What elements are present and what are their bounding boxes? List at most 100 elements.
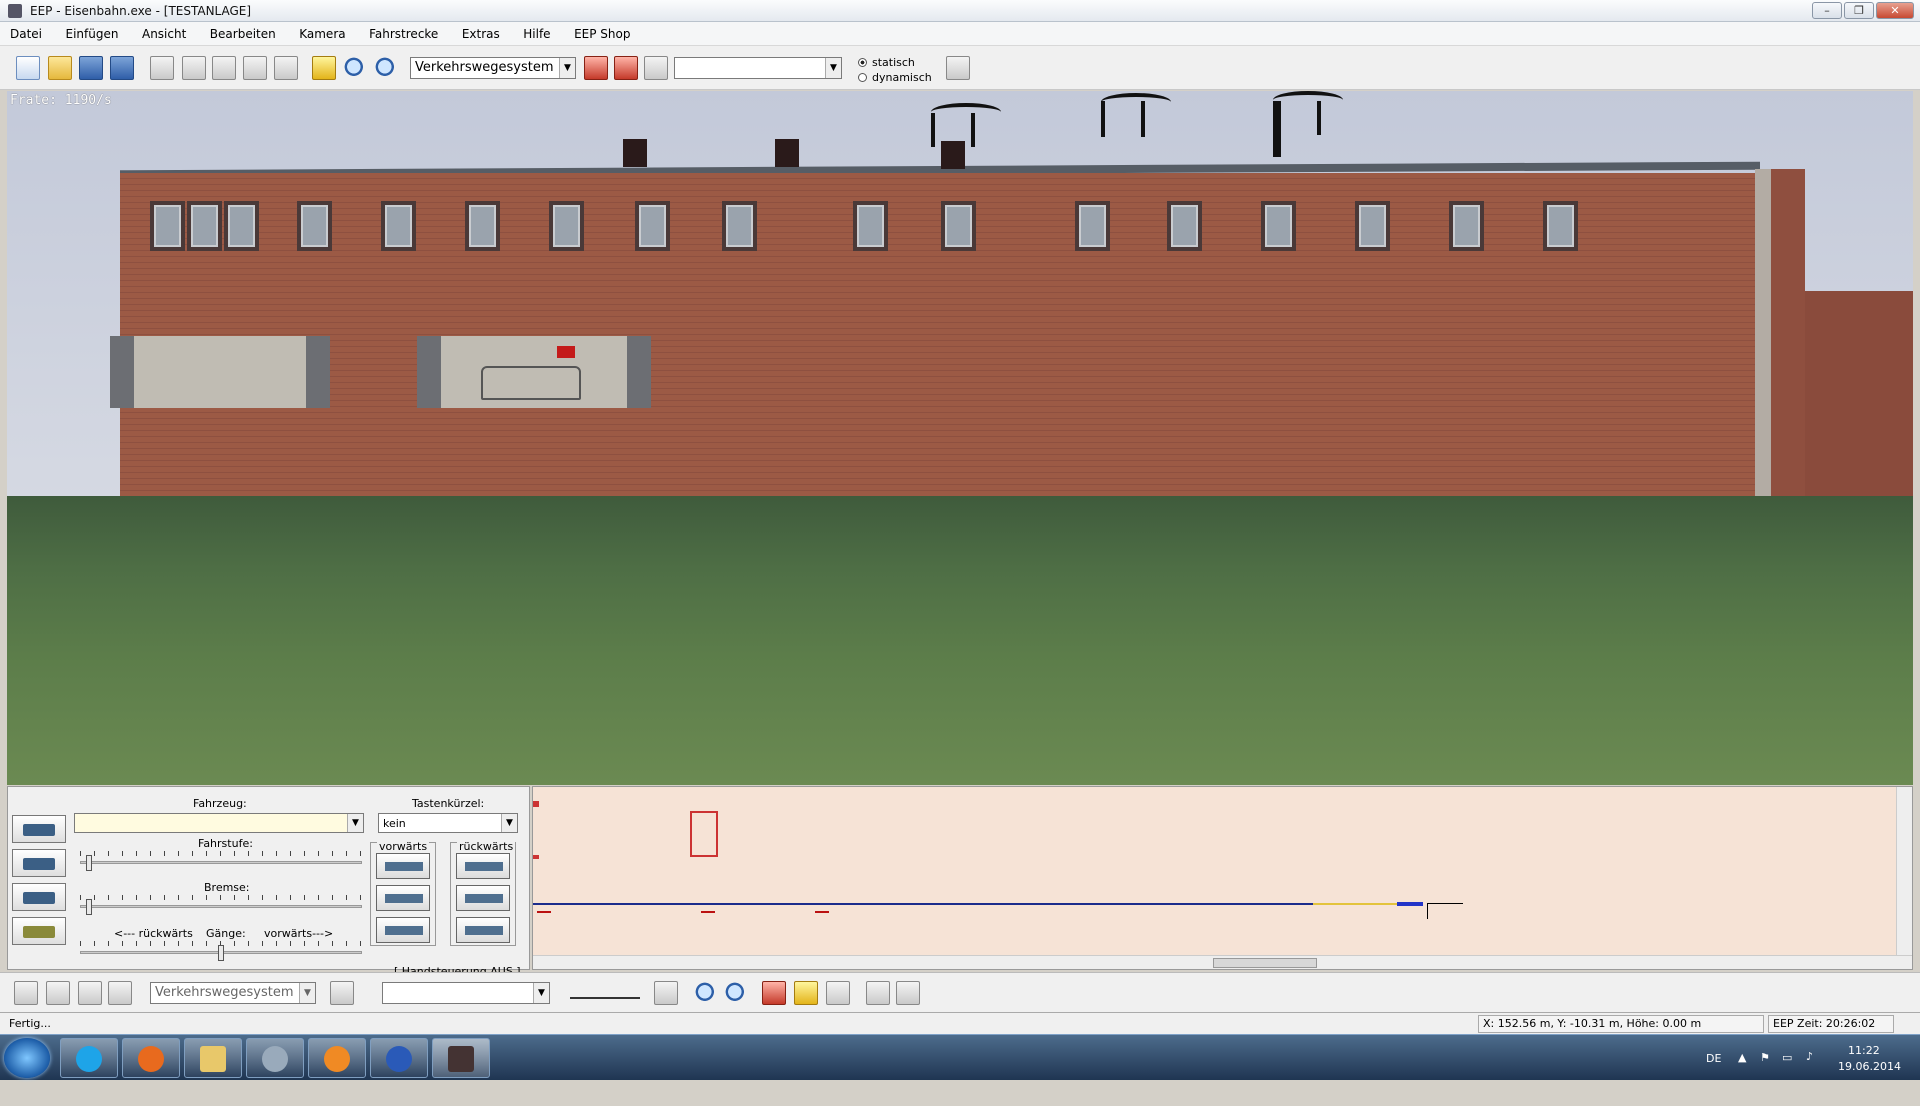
horn-forward-button[interactable] <box>376 917 430 943</box>
cube-icon[interactable] <box>826 981 850 1005</box>
menu-extras[interactable]: Extras <box>452 22 510 46</box>
vehicle-model-button[interactable] <box>12 917 66 945</box>
clock-date[interactable]: 19.06.2014 <box>1838 1060 1901 1106</box>
network-icon[interactable] <box>246 1038 304 1078</box>
menu-einfuegen[interactable]: Einfügen <box>56 22 129 46</box>
menu-ansicht[interactable]: Ansicht <box>132 22 196 46</box>
radio-dynamic[interactable]: dynamisch <box>858 71 932 84</box>
eep-icon[interactable] <box>432 1038 490 1078</box>
signal-icon[interactable] <box>537 905 551 913</box>
vehicle-select[interactable]: ▼ <box>74 813 364 833</box>
menu-bearbeiten[interactable]: Bearbeiten <box>200 22 286 46</box>
copy-icon[interactable] <box>150 56 174 80</box>
brake-slider-thumb[interactable] <box>85 899 92 915</box>
3d-viewport[interactable]: Frate: 1190/s <box>7 91 1913 785</box>
couple-backward-button[interactable] <box>456 853 510 879</box>
vehicle-insert-button[interactable] <box>12 815 66 843</box>
menu-datei[interactable]: Datei <box>0 22 52 46</box>
save-all-icon[interactable] <box>110 56 134 80</box>
chevron-down-icon[interactable]: ▼ <box>559 58 575 78</box>
gear-slider-thumb[interactable] <box>218 945 224 961</box>
zoom-in-icon[interactable] <box>694 981 718 1005</box>
train-icon[interactable] <box>762 981 786 1005</box>
globe-icon[interactable] <box>370 1038 428 1078</box>
eep-time-readout: EEP Zeit: 20:26:02 <box>1768 1015 1894 1033</box>
menu-hilfe[interactable]: Hilfe <box>513 22 560 46</box>
zoom-out-icon[interactable] <box>724 981 748 1005</box>
track-plan-panel[interactable] <box>532 786 1913 970</box>
camera-icon[interactable] <box>644 56 668 80</box>
gear-slider[interactable] <box>80 939 362 961</box>
radio-static[interactable]: statisch <box>858 56 915 69</box>
signal-icon[interactable] <box>614 56 638 80</box>
system-select[interactable]: Verkehrswegesystem ▼ <box>410 57 576 79</box>
track-line-selected[interactable] <box>1313 903 1397 905</box>
windows-start-icon[interactable] <box>4 1038 50 1078</box>
speed-slider[interactable] <box>80 849 362 871</box>
object-select[interactable]: ▼ <box>674 57 842 79</box>
track-line-end[interactable] <box>1397 902 1423 906</box>
map-view-icon[interactable] <box>312 56 336 80</box>
undo-arrow-icon[interactable] <box>274 56 298 80</box>
chevron-down-icon[interactable]: ▼ <box>501 814 517 832</box>
tray-arrow-icon[interactable]: ▲ <box>1738 1051 1746 1097</box>
signal-icon[interactable] <box>701 905 715 913</box>
menu-eep-shop[interactable]: EEP Shop <box>564 22 640 46</box>
chimney <box>941 141 965 169</box>
camera-lock-icon[interactable] <box>654 981 678 1005</box>
skype-icon[interactable] <box>60 1038 118 1078</box>
close-button[interactable]: ✕ <box>1876 2 1914 19</box>
track-plan-hscroll[interactable] <box>533 955 1912 969</box>
paste-icon[interactable] <box>182 56 206 80</box>
brake-slider[interactable] <box>80 893 362 915</box>
uncouple-backward-button[interactable] <box>456 885 510 911</box>
rotate-left-icon[interactable] <box>866 981 890 1005</box>
select-rect-icon[interactable] <box>212 56 236 80</box>
menu-kamera[interactable]: Kamera <box>289 22 355 46</box>
couple-forward-button[interactable] <box>376 853 430 879</box>
bottom-object-select[interactable]: ▼ <box>382 982 550 1004</box>
vehicle-list-button[interactable] <box>12 849 66 877</box>
measure-icon[interactable] <box>330 981 354 1005</box>
volume-icon[interactable]: ♪ <box>1806 1050 1813 1096</box>
light-icon[interactable] <box>78 981 102 1005</box>
bottom-system-select[interactable]: Verkehrswegesystem ▼ <box>150 982 316 1004</box>
monitor-icon[interactable]: ▭ <box>1782 1051 1792 1097</box>
track-line[interactable] <box>533 903 1313 905</box>
keyboard-language[interactable]: DE <box>1706 1052 1721 1098</box>
signal-box-marker[interactable] <box>690 811 718 857</box>
chevron-down-icon[interactable]: ▼ <box>825 58 841 78</box>
chevron-down-icon[interactable]: ▼ <box>347 814 363 832</box>
explorer-icon[interactable] <box>184 1038 242 1078</box>
save-icon[interactable] <box>79 56 103 80</box>
horn-backward-button[interactable] <box>456 917 510 943</box>
firefox-icon[interactable] <box>122 1038 180 1078</box>
menu-fahrstrecke[interactable]: Fahrstrecke <box>359 22 448 46</box>
grid-icon[interactable] <box>14 981 38 1005</box>
duplicate-icon[interactable] <box>243 56 267 80</box>
new-file-icon[interactable] <box>16 56 40 80</box>
open-folder-icon[interactable] <box>48 56 72 80</box>
zoom-in-icon[interactable] <box>343 56 367 80</box>
main-toolbar: Verkehrswegesystem ▼ ▼ statisch dynamisc… <box>0 46 1920 90</box>
edit-icon[interactable] <box>794 981 818 1005</box>
speed-slider-thumb[interactable] <box>85 855 92 871</box>
chevron-down-icon[interactable]: ▼ <box>533 983 549 1003</box>
hscroll-thumb[interactable] <box>1213 958 1317 968</box>
vehicle-camera-button[interactable] <box>12 883 66 911</box>
curve-icon[interactable] <box>108 981 132 1005</box>
minimize-button[interactable]: – <box>1812 2 1842 19</box>
tools-icon[interactable] <box>946 56 970 80</box>
zoom-out-icon[interactable] <box>374 56 398 80</box>
signal-icon[interactable] <box>815 905 829 913</box>
chevron-down-icon[interactable]: ▼ <box>299 983 315 1003</box>
maximize-button[interactable]: ❐ <box>1844 2 1874 19</box>
rotate-right-icon[interactable] <box>896 981 920 1005</box>
train-icon[interactable] <box>584 56 608 80</box>
blender-icon[interactable] <box>308 1038 366 1078</box>
track-plan-vscroll[interactable] <box>1896 787 1912 955</box>
shortcut-select[interactable]: kein ▼ <box>378 813 518 833</box>
text-icon[interactable] <box>46 981 70 1005</box>
flag-icon[interactable]: ⚑ <box>1760 1051 1770 1097</box>
uncouple-forward-button[interactable] <box>376 885 430 911</box>
